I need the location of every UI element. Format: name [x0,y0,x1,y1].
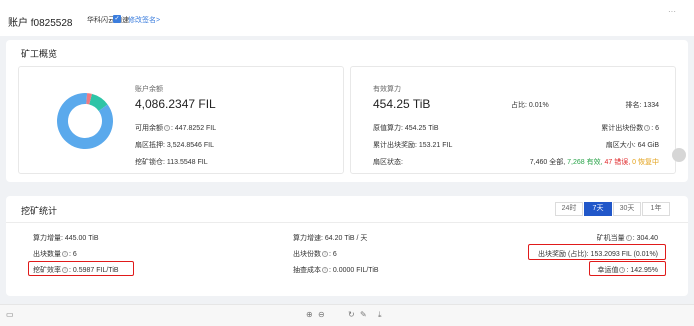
download-icon[interactable]: ⤓ [378,310,382,320]
mining-locked: 挖矿锁仓: 113.5548 FIL [135,159,208,166]
sector-error: 47 错误, [604,159,631,166]
sampling-cost: 抽查成本 i: 0.0000 FIL/TiB [293,267,379,274]
zoom-out-icon[interactable]: ⊖ [318,310,325,319]
zoom-in-icon[interactable]: ⊕ [306,310,313,319]
mining-stats-title: 挖矿统计 [21,206,58,216]
tab-24h[interactable]: 24时 [555,202,583,216]
save-icon[interactable]: ▭ [6,310,14,319]
machine-equivalent: 矿机当量 i: 304.40 [596,235,658,242]
top-header: 账户 f0825528 华科闪云加速 ✓ 修改签名> ··· [0,0,694,36]
balance-label: 账户余额 [135,86,163,93]
period-tabs: 24时 7天 30天 1年 [554,202,670,216]
power-label: 有效算力 [373,86,401,93]
balance-value: 4,086.2347 FIL [135,97,216,111]
sector-size: 扇区大小: 64 GiB [605,142,659,149]
tab-1y[interactable]: 1年 [642,202,670,216]
info-icon[interactable]: i [619,267,626,274]
section-divider [6,222,688,223]
info-icon[interactable]: i [644,125,651,132]
power-panel: 有效算力 454.25 TiB 占比: 0.01% 排名: 1334 原值算力:… [350,66,676,174]
info-icon[interactable]: i [322,251,328,258]
balance-donut-chart [57,93,113,149]
sector-pledge: 扇区抵押: 3,524.8546 FIL [135,142,214,149]
account-tag: 华科闪云加速 [87,17,129,24]
rotate-icon[interactable]: ↻ [348,310,355,319]
block-shares: 出块份数 i: 6 [293,251,337,258]
account-title: 账户 f0825528 [8,18,73,29]
tab-7d[interactable]: 7天 [584,202,612,216]
block-reward: 出块奖励 (占比): 153.2093 FIL (0.01%) [538,251,658,258]
total-block-reward: 累计出块奖励: 153.21 FIL [373,142,453,149]
sector-valid: 7,268 有效, [567,159,603,166]
sector-status-values: 7,460 全部, 7,268 有效, 47 错误, 0 恢复中 [530,157,659,167]
info-icon[interactable]: i [625,235,632,242]
sector-status-label: 扇区状态: [373,159,403,166]
balance-panel: 账户余额 4,086.2347 FIL 可用余额 i: 447.8252 FIL … [18,66,344,174]
power-value: 454.25 TiB [373,97,431,111]
available-balance: 可用余额 i: 447.8252 FIL [135,125,217,132]
floating-scroll-button[interactable] [672,148,686,162]
sector-recover: 0 恢复中 [632,159,659,166]
info-icon[interactable]: i [62,267,68,274]
bottom-toolbar: ▭ ⊕ ⊖ ↻ ✎ ⤓ [0,304,694,326]
more-icon[interactable]: ··· [668,7,676,16]
info-icon[interactable]: i [164,125,170,132]
verified-icon: ✓ [113,15,121,23]
info-icon[interactable]: i [62,251,68,258]
power-growth-rate: 算力增速: 64.20 TiB / 天 [293,235,368,242]
raw-power: 原值算力: 454.25 TiB [373,125,439,132]
power-rank: 排名: 1334 [625,102,659,109]
block-count: 出块数量 i: 6 [33,251,77,258]
sector-all: 7,460 全部, [529,159,566,166]
luck-value: 幸运值 i: 142.95% [597,267,658,274]
mining-stats-card: 挖矿统计 24时 7天 30天 1年 算力增量: 445.00 TiB 算力增速… [6,196,688,296]
total-block-shares: 累计出块份数 i: 6 [601,125,659,132]
miner-overview-card: 矿工概览 账户余额 4,086.2347 FIL 可用余额 i: 447.8252… [6,40,688,182]
tab-30d[interactable]: 30天 [613,202,641,216]
edit-icon[interactable]: ✎ [360,310,367,319]
mining-efficiency: 挖矿效率 i: 0.5987 FIL/TiB [33,267,119,274]
info-icon[interactable]: i [322,267,328,274]
power-increase: 算力增量: 445.00 TiB [33,235,99,242]
edit-signature-link[interactable]: 修改签名> [128,15,160,25]
overview-title: 矿工概览 [21,49,58,59]
power-share: 占比: 0.01% [511,102,549,109]
